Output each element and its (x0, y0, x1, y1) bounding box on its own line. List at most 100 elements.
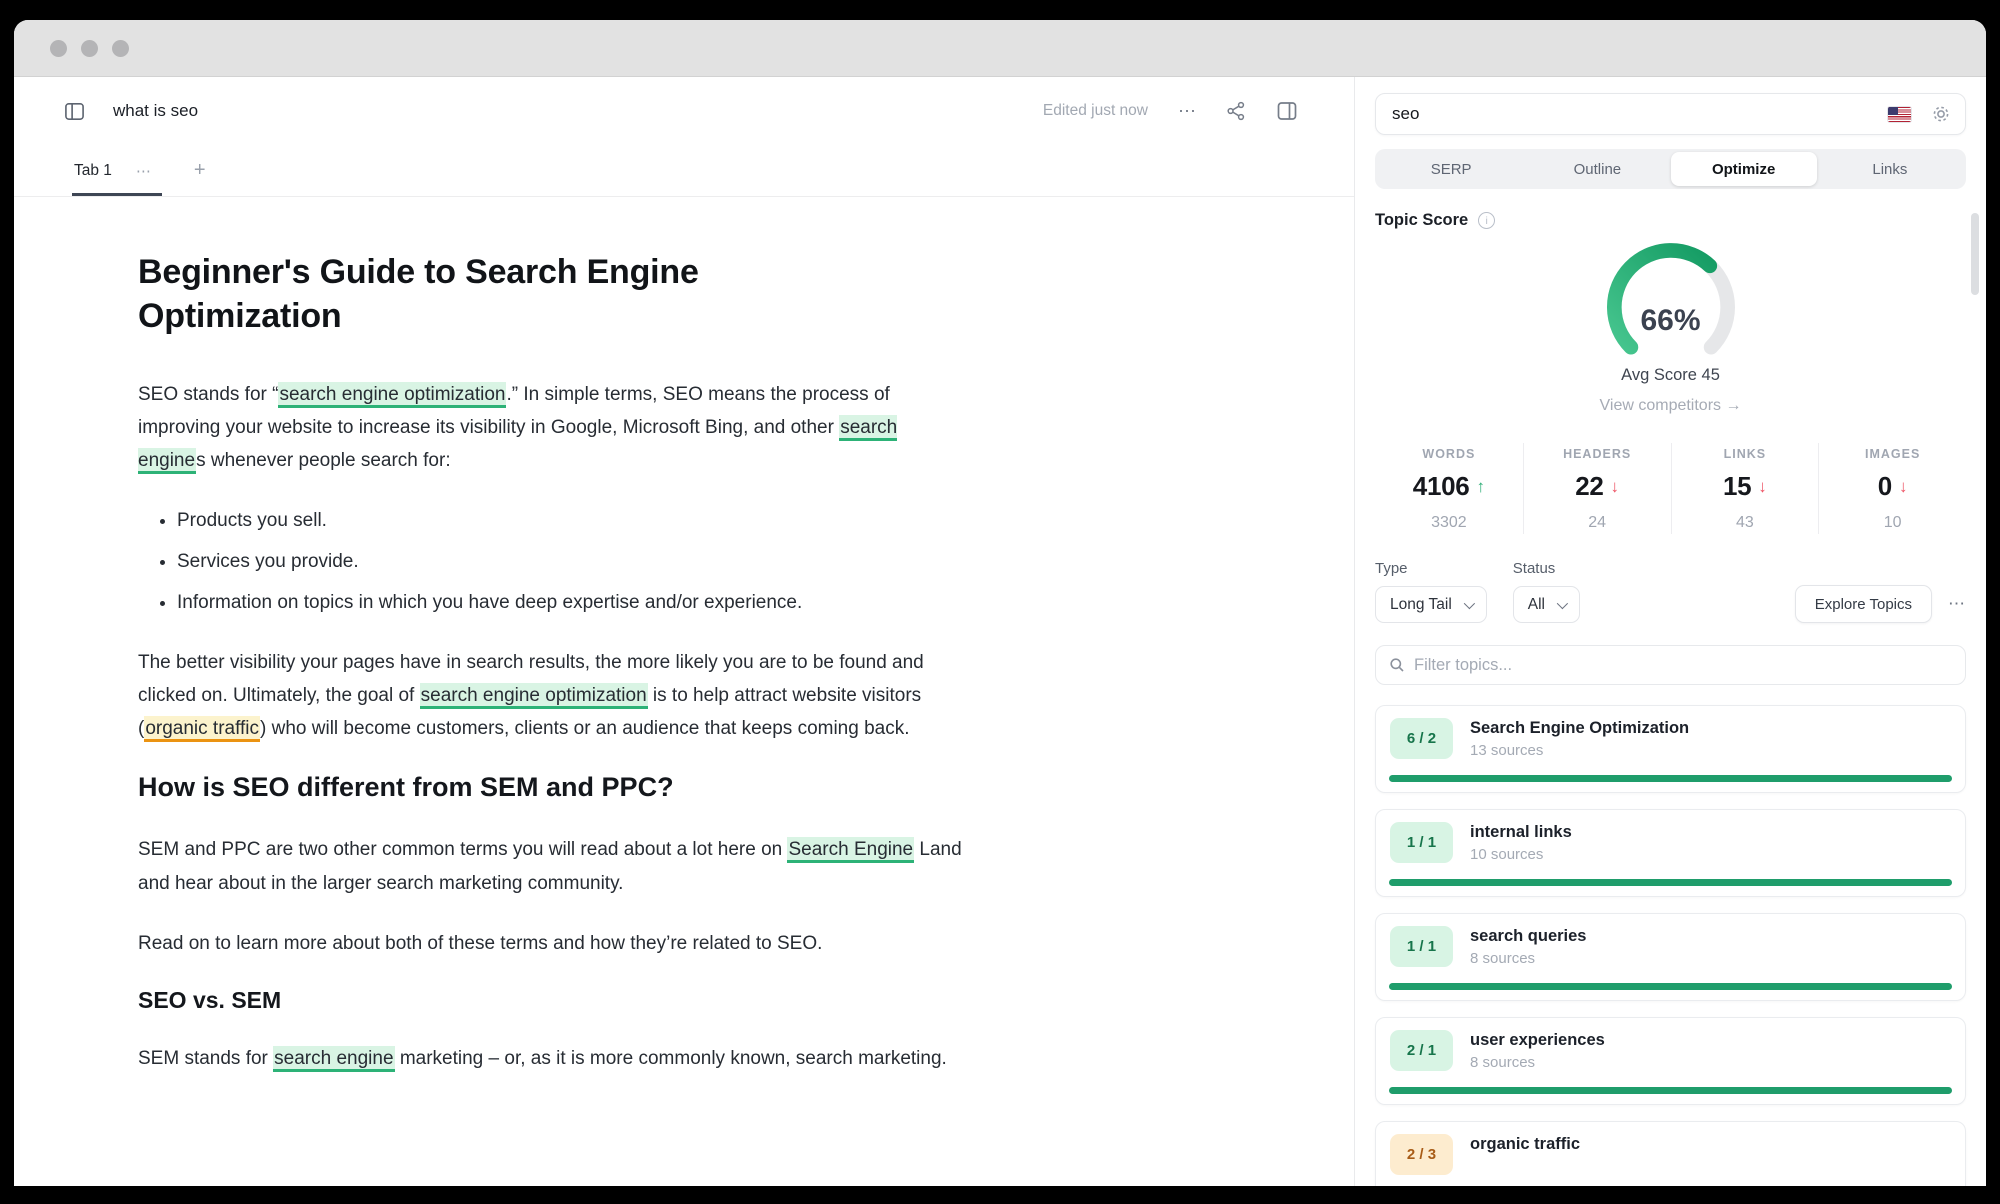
keyword-input[interactable] (1392, 104, 1888, 124)
document-title: what is seo (113, 101, 198, 121)
arrow-right-icon: → (1725, 397, 1741, 414)
doc-paragraph: Read on to learn more about both of thes… (138, 927, 970, 960)
topic-count-badge: 1 / 1 (1390, 822, 1453, 863)
topic-title: user experiences (1470, 1031, 1605, 1050)
tab-bar: Tab 1 ⋯ + (14, 145, 1354, 197)
doc-paragraph: SEM and PPC are two other common terms y… (138, 833, 970, 899)
stat-value: 22 (1575, 471, 1603, 502)
tab-1[interactable]: Tab 1 ⋯ (72, 162, 162, 196)
stat-trend-icon: ↑ (1476, 477, 1485, 497)
status-filter-label: Status (1513, 560, 1580, 577)
zoom-button[interactable] (112, 40, 129, 57)
topic-sources: 10 sources (1470, 846, 1572, 863)
topic-card[interactable]: 2 / 3 organic traffic (1375, 1121, 1966, 1186)
topic-count-badge: 1 / 1 (1390, 926, 1453, 967)
doc-bullet-list: Products you sell. Services you provide. I… (147, 504, 970, 619)
topic-score-gauge: 66% (1592, 234, 1750, 362)
topic-progress-bar (1389, 879, 1952, 886)
topic-progress-bar (1389, 983, 1952, 990)
sidebar-toggle-icon[interactable] (64, 101, 85, 122)
info-icon[interactable]: i (1478, 212, 1495, 229)
stat-benchmark: 24 (1524, 514, 1671, 532)
split-panel-icon[interactable] (1276, 100, 1298, 122)
window-body: what is seo Edited just now ⋯ (14, 77, 1986, 1186)
stat: IMAGES 0 ↓ 10 (1818, 443, 1966, 534)
topic-score-header: Topic Score i (1375, 211, 1966, 230)
doc-paragraph: SEO stands for “search engine optimizati… (138, 378, 970, 477)
stat-value: 15 (1723, 471, 1751, 502)
stat: LINKS 15 ↓ 43 (1671, 443, 1819, 534)
panel-tabs: SERPOutlineOptimizeLinks (1375, 149, 1966, 189)
topic-count-badge: 2 / 1 (1390, 1030, 1453, 1071)
topic-title: internal links (1470, 823, 1572, 842)
topic-score-value: 66% (1592, 304, 1750, 338)
type-filter-dropdown[interactable]: Long Tail (1375, 586, 1487, 623)
topic-filters: Type Long Tail Status All Explore Topics (1375, 560, 1966, 623)
doc-bullet: Products you sell. (177, 504, 970, 537)
panel-scrollbar[interactable] (1971, 213, 1979, 295)
search-icon (1389, 657, 1405, 673)
stat-trend-icon: ↓ (1899, 477, 1908, 497)
stat-trend-icon: ↓ (1758, 477, 1767, 497)
panel-tab[interactable]: Outline (1524, 152, 1670, 186)
country-flag-icon[interactable] (1888, 107, 1911, 122)
editor-column: what is seo Edited just now ⋯ (14, 77, 1355, 1186)
stat-trend-icon: ↓ (1611, 477, 1620, 497)
topic-title: organic traffic (1470, 1135, 1580, 1154)
doc-heading: Beginner's Guide to Search Engine Optimi… (138, 251, 828, 338)
topic-count-badge: 2 / 3 (1390, 1134, 1453, 1175)
app-window: what is seo Edited just now ⋯ (14, 20, 1986, 1186)
stat-label: WORDS (1375, 447, 1523, 461)
topic-card[interactable]: 1 / 1 search queries 8 sources (1375, 913, 1966, 1001)
share-icon[interactable] (1226, 101, 1246, 121)
tab-label: Tab 1 (74, 162, 112, 180)
window-titlebar (14, 20, 1986, 77)
stat-label: IMAGES (1819, 447, 1966, 461)
minimize-button[interactable] (81, 40, 98, 57)
panel-tab[interactable]: Links (1817, 152, 1963, 186)
panel-tab[interactable]: Optimize (1671, 152, 1817, 186)
topics-list: 6 / 2 Search Engine Optimization 13 sour… (1375, 705, 1966, 1186)
avg-score: Avg Score 45 (1375, 366, 1966, 385)
topic-card[interactable]: 2 / 1 user experiences 8 sources (1375, 1017, 1966, 1105)
topic-sources: 13 sources (1470, 742, 1689, 759)
stat-label: LINKS (1672, 447, 1819, 461)
add-tab-button[interactable]: + (194, 159, 206, 196)
topic-title: Search Engine Optimization (1470, 719, 1689, 738)
stat: HEADERS 22 ↓ 24 (1523, 443, 1671, 534)
more-options-icon[interactable]: ⋯ (1178, 101, 1196, 122)
view-competitors-link[interactable]: View competitors → (1375, 397, 1966, 415)
edited-status: Edited just now (1043, 102, 1148, 120)
stat: WORDS 4106 ↑ 3302 (1375, 443, 1523, 534)
panel-tab[interactable]: SERP (1378, 152, 1524, 186)
topic-card[interactable]: 6 / 2 Search Engine Optimization 13 sour… (1375, 705, 1966, 793)
stat-benchmark: 3302 (1375, 514, 1523, 532)
close-button[interactable] (50, 40, 67, 57)
doc-bullet: Information on topics in which you have … (177, 586, 970, 619)
topic-score-label: Topic Score (1375, 211, 1468, 230)
topic-sources: 8 sources (1470, 1054, 1605, 1071)
topic-count-badge: 6 / 2 (1390, 718, 1453, 759)
more-options-icon[interactable]: ⋯ (1948, 594, 1966, 614)
status-filter-dropdown[interactable]: All (1513, 586, 1580, 623)
explore-topics-button[interactable]: Explore Topics (1795, 585, 1932, 623)
doc-paragraph: SEM stands for search engine marketing –… (138, 1042, 970, 1075)
tab-menu-icon[interactable]: ⋯ (136, 162, 152, 180)
doc-bullet: Services you provide. (177, 545, 970, 578)
stat-benchmark: 10 (1819, 514, 1966, 532)
stat-value: 4106 (1413, 471, 1470, 502)
topic-card[interactable]: 1 / 1 internal links 10 sources (1375, 809, 1966, 897)
doc-subheading: SEO vs. SEM (138, 987, 970, 1014)
gear-icon[interactable] (1931, 104, 1951, 124)
topic-progress-bar (1389, 775, 1952, 782)
topic-progress-bar (1389, 1087, 1952, 1094)
content-stats: WORDS 4106 ↑ 3302 HEADERS 22 ↓ 24 (1375, 443, 1966, 534)
filter-topics-input[interactable] (1414, 656, 1952, 675)
stat-label: HEADERS (1524, 447, 1671, 461)
document-canvas[interactable]: Beginner's Guide to Search Engine Optimi… (14, 197, 1354, 1186)
keyword-search-box (1375, 93, 1966, 135)
stat-benchmark: 43 (1672, 514, 1819, 532)
chevron-down-icon (1557, 597, 1568, 608)
type-filter-label: Type (1375, 560, 1487, 577)
toolbar-actions: Edited just now ⋯ (1043, 100, 1298, 122)
